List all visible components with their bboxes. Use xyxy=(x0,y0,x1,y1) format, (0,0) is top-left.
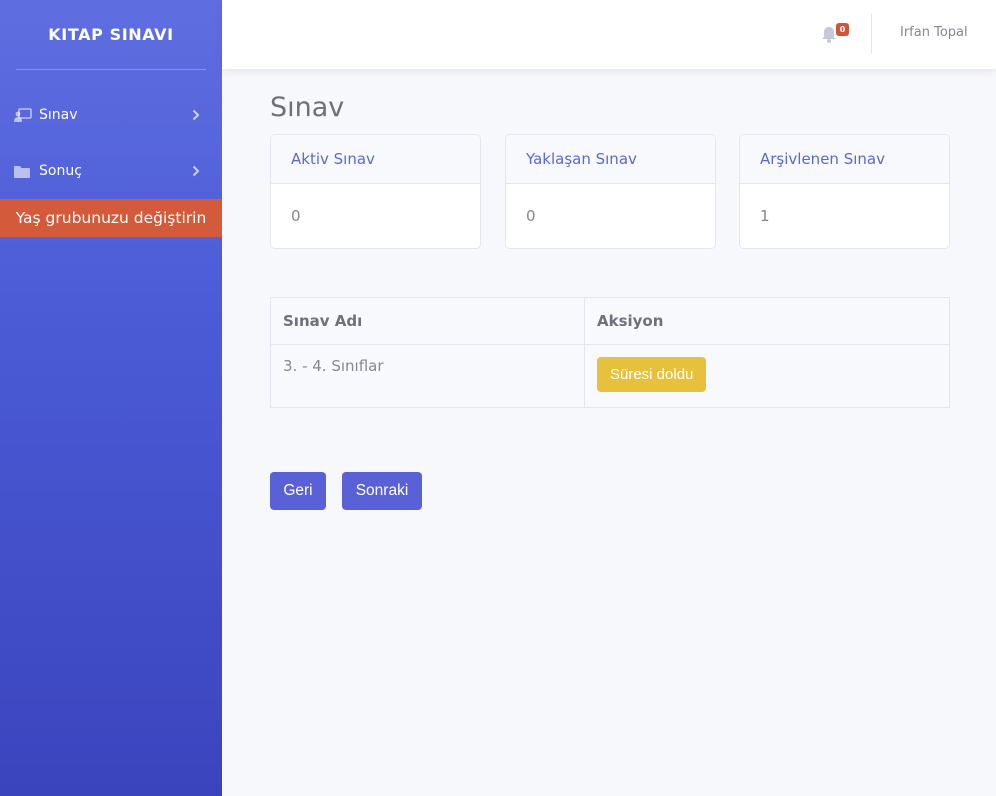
chalkboard-teacher-icon xyxy=(14,108,32,122)
next-button[interactable]: Sonraki xyxy=(342,472,422,510)
card-value: 0 xyxy=(291,207,301,225)
sidebar-divider xyxy=(16,69,206,70)
card-label: Aktiv Sınav xyxy=(271,135,480,184)
column-header-action: Aksiyon xyxy=(584,297,950,345)
topbar: 0 Irfan Topal xyxy=(222,0,996,69)
notification-count-badge: 0 xyxy=(836,23,849,36)
folder-icon xyxy=(14,164,32,178)
chevron-right-icon xyxy=(192,108,202,122)
user-name[interactable]: Irfan Topal xyxy=(900,25,968,40)
topbar-divider xyxy=(871,14,872,54)
card-value: 1 xyxy=(760,207,770,225)
sidebar-item-sinav[interactable]: Sınav xyxy=(0,95,222,135)
sidebar-item-sonuc[interactable]: Sonuç xyxy=(0,151,222,191)
stat-card-upcoming: Yaklaşan Sınav 0 xyxy=(505,134,716,249)
brand-title[interactable]: KITAP SINAVI xyxy=(0,0,222,69)
exam-name-cell: 3. - 4. Sınıflar xyxy=(270,344,585,408)
exam-table: Sınav Adı Aksiyon 3. - 4. Sınıflar Süres… xyxy=(270,297,950,408)
sidebar: KITAP SINAVI Sınav Sonuç Yaş grubunuzu d… xyxy=(0,0,222,796)
change-age-group-button[interactable]: Yaş grubunuzu değiştirin xyxy=(0,199,222,237)
chevron-right-icon xyxy=(192,164,202,178)
card-value: 0 xyxy=(526,207,536,225)
sidebar-item-label: Sonuç xyxy=(39,163,82,179)
stat-card-active: Aktiv Sınav 0 xyxy=(270,134,481,249)
stat-card-archived: Arşivlenen Sınav 1 xyxy=(739,134,950,249)
page-title: Sınav xyxy=(270,92,345,123)
prev-button[interactable]: Geri xyxy=(270,472,326,510)
sidebar-item-label: Sınav xyxy=(39,107,78,123)
table-header-row: Sınav Adı Aksiyon xyxy=(270,297,950,345)
card-label: Arşivlenen Sınav xyxy=(740,135,949,184)
action-cell: Süresi doldu xyxy=(584,344,950,408)
card-label: Yaklaşan Sınav xyxy=(506,135,715,184)
expired-button[interactable]: Süresi doldu xyxy=(597,357,707,392)
column-header-exam-name: Sınav Adı xyxy=(270,297,585,345)
table-row: 3. - 4. Sınıflar Süresi doldu xyxy=(270,344,950,408)
